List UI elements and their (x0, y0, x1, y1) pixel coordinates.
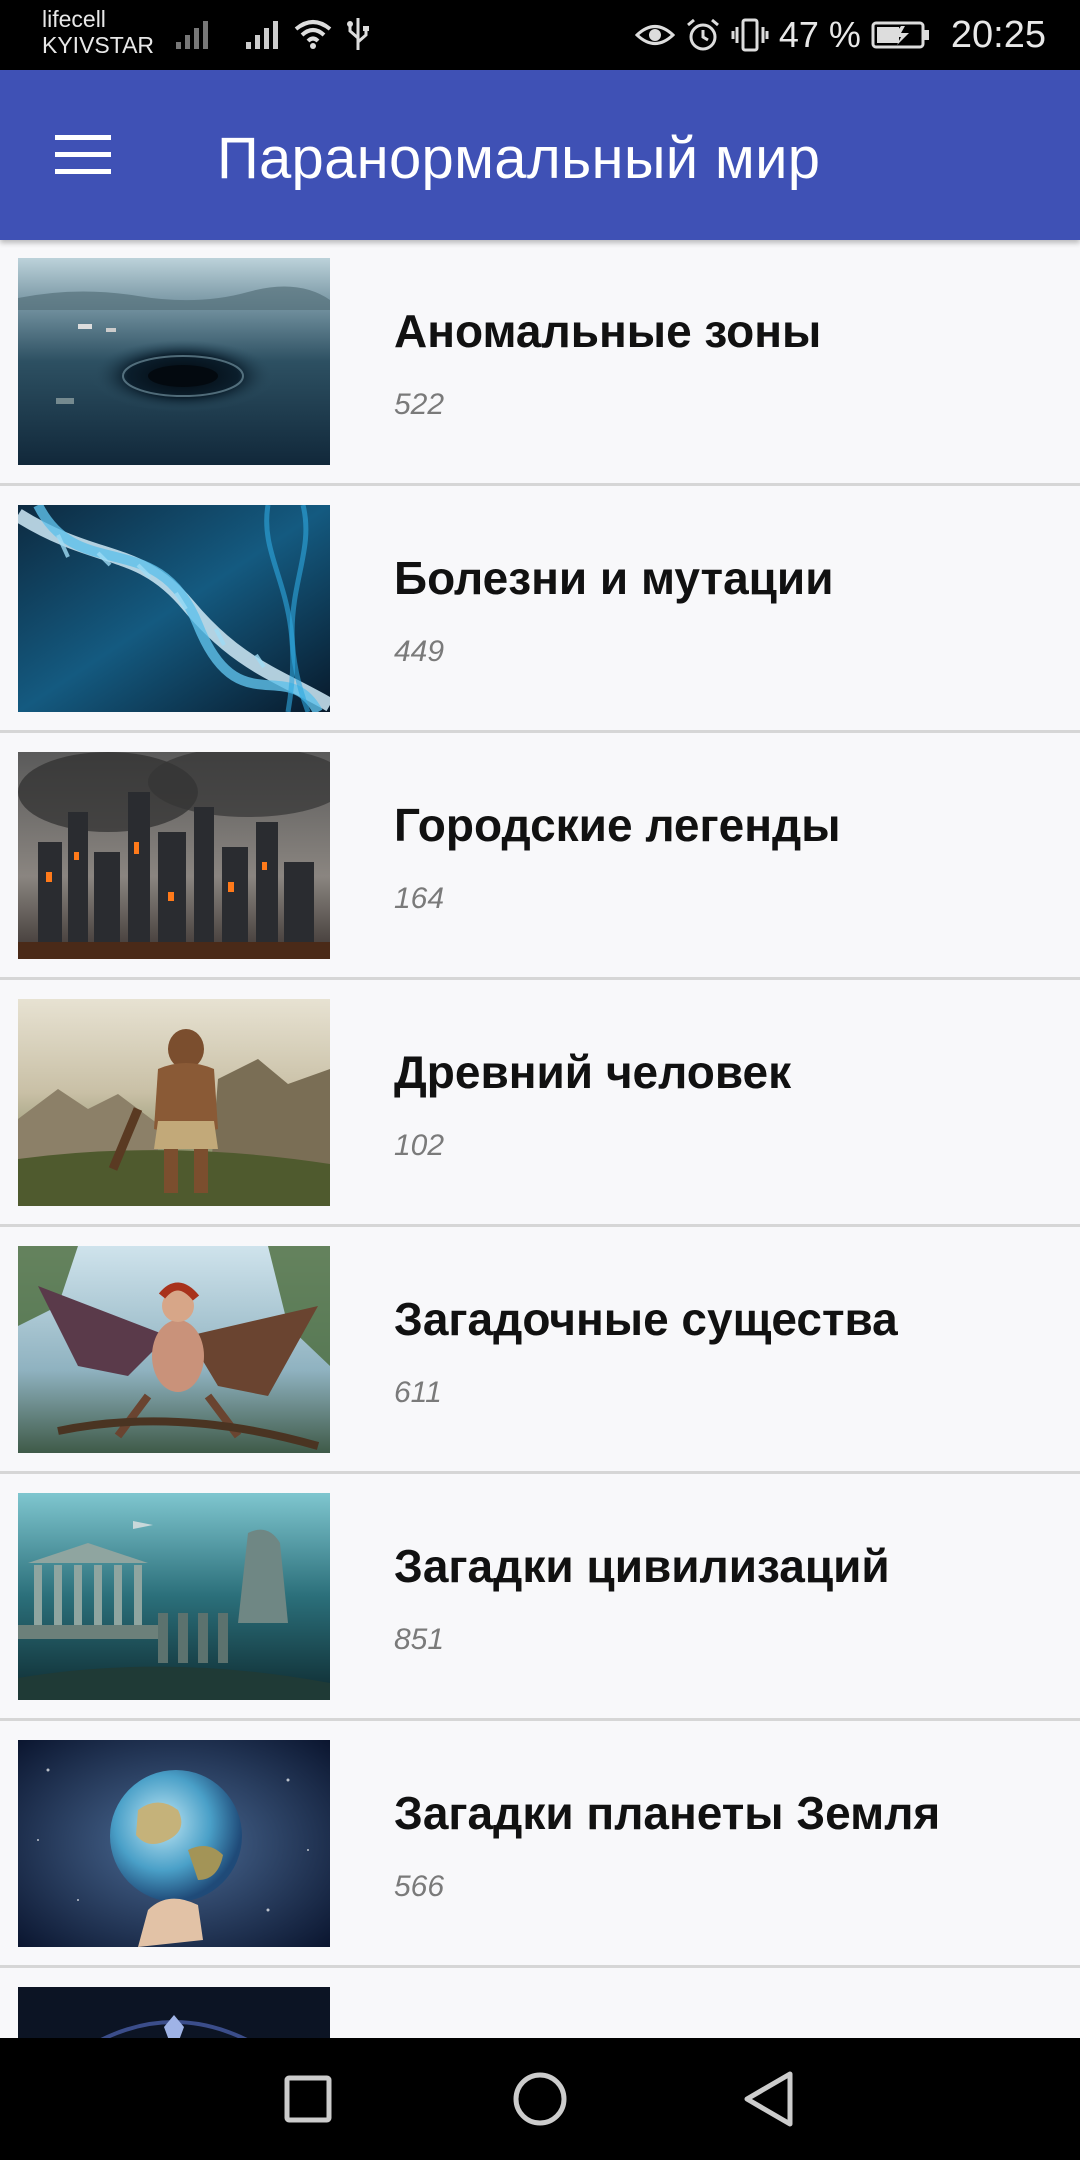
category-count: 611 (394, 1376, 442, 1409)
list-item-diseases-mutations[interactable]: Болезни и мутации 449 (0, 487, 1080, 733)
back-button[interactable] (735, 2066, 805, 2132)
occult-symbol-image (18, 1987, 330, 2038)
category-count: 449 (394, 635, 445, 668)
battery-percent: 47 % (778, 14, 861, 55)
home-button[interactable] (505, 2066, 575, 2132)
system-nav-bar (0, 2038, 1080, 2160)
signal-icon (246, 21, 278, 49)
eye-icon (634, 25, 675, 45)
home-icon (513, 2072, 567, 2126)
status-bar: lifecell KYIVSTAR 47 % 20:25 (0, 0, 1080, 70)
category-count: 851 (394, 1623, 445, 1656)
recent-apps-icon (284, 2075, 332, 2123)
list-item-partial[interactable] (0, 1969, 1080, 2038)
category-title: Древний человек (394, 1046, 792, 1098)
whirlpool-sea-image (18, 258, 330, 465)
list-item-urban-legends[interactable]: Городские легенды 164 (0, 734, 1080, 980)
recent-apps-button[interactable] (273, 2066, 343, 2132)
category-title: Аномальные зоны (394, 305, 822, 357)
page-title: Паранормальный мир (217, 126, 821, 191)
category-count: 102 (394, 1129, 445, 1162)
hamburger-menu-icon (55, 135, 111, 174)
signal-icon (176, 21, 208, 49)
wifi-icon (294, 20, 332, 49)
vibrate-icon (731, 18, 769, 52)
carrier-secondary: KYIVSTAR (42, 32, 155, 58)
menu-button[interactable] (40, 120, 126, 190)
category-title: Городские легенды (394, 799, 841, 851)
category-count: 566 (394, 1870, 445, 1903)
alarm-icon (686, 18, 719, 51)
back-icon (744, 2071, 793, 2127)
list-item-earth-mysteries[interactable]: Загадки планеты Земля 566 (0, 1722, 1080, 1968)
category-title: Загадки планеты Земля (394, 1787, 941, 1839)
earth-in-hand-image (18, 1740, 330, 1947)
battery-charging-icon (871, 21, 929, 49)
usb-icon (347, 18, 369, 50)
category-count: 522 (394, 388, 445, 421)
clock: 20:25 (950, 14, 1046, 56)
underwater-ruins-image (18, 1493, 330, 1700)
carrier-label: lifecell KYIVSTAR (42, 6, 154, 58)
winged-creature-image (18, 1246, 330, 1453)
list-item-anomalous-zones[interactable]: Аномальные зоны 522 (0, 240, 1080, 486)
category-title: Загадочные существа (394, 1293, 898, 1345)
category-count: 164 (394, 882, 445, 915)
dna-helix-image (18, 505, 330, 712)
status-left-icons (175, 16, 371, 52)
category-title: Болезни и мутации (394, 552, 834, 604)
burning-city-image (18, 752, 330, 959)
list-item-mysterious-creatures[interactable]: Загадочные существа 611 (0, 1228, 1080, 1474)
category-title: Загадки цивилизаций (394, 1540, 890, 1592)
list-item-civilization-mysteries[interactable]: Загадки цивилизаций 851 (0, 1475, 1080, 1721)
carrier-primary: lifecell (42, 6, 106, 32)
list-item-ancient-man[interactable]: Древний человек 102 (0, 981, 1080, 1227)
category-list[interactable]: Аномальные зоны 522 Болезни и мутации 44… (0, 240, 1080, 2038)
caveman-image (18, 999, 330, 1206)
app-bar: Паранормальный мир (0, 70, 1080, 240)
status-right-icons: 47 % 20:25 (634, 13, 1046, 57)
